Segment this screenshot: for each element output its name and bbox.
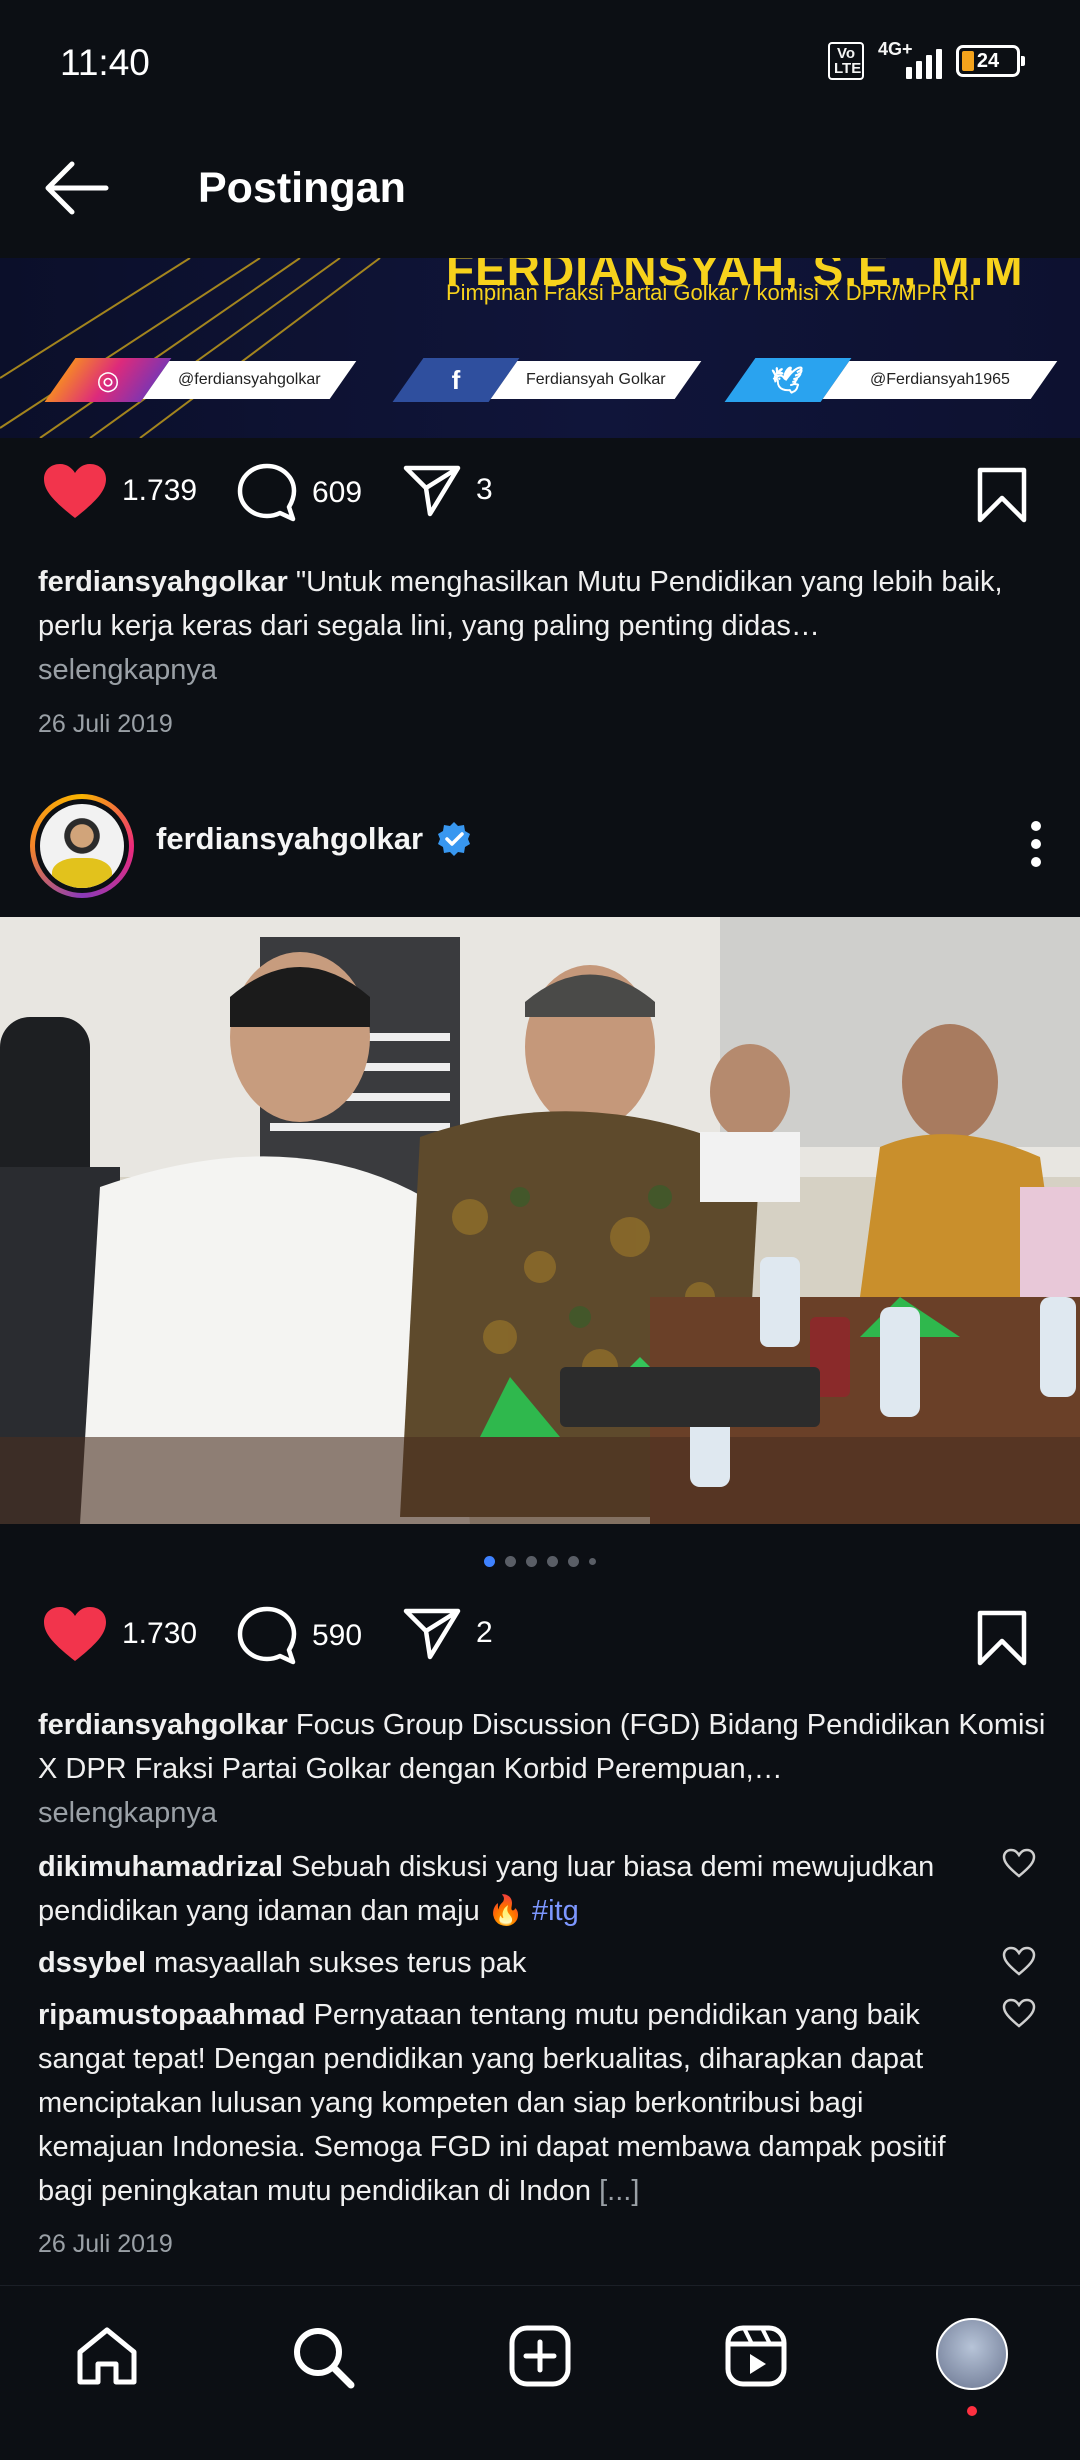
post1-share[interactable]: 3	[402, 462, 493, 518]
carousel-dot	[568, 1556, 579, 1567]
app-header: Postingan	[0, 130, 1080, 250]
carousel-dot	[589, 1558, 596, 1565]
comment-icon[interactable]	[236, 1605, 298, 1667]
caption-username[interactable]: ferdiansyahgolkar	[38, 566, 288, 598]
back-arrow-icon[interactable]	[40, 158, 112, 218]
comment-text: masyaallah sukses terus pak	[154, 1947, 527, 1979]
signal-icon: 4G+	[878, 39, 942, 79]
share-icon[interactable]	[402, 462, 462, 518]
comment-more[interactable]: [...]	[599, 2175, 639, 2207]
comment-like-icon[interactable]	[1002, 1998, 1036, 2028]
post2-comment[interactable]: 590	[236, 1605, 362, 1667]
banner-instagram: ◎ @ferdiansyahgolkar	[44, 358, 356, 402]
post1-actions: 1.739 609 3	[0, 462, 1080, 542]
avatar[interactable]	[30, 794, 134, 898]
comment-like-icon[interactable]	[1002, 1946, 1036, 1976]
banner-twitter: 🕊 @Ferdiansyah1965	[724, 358, 1058, 402]
post2-like[interactable]: 1.730	[42, 1605, 197, 1663]
bottom-navigation	[0, 2285, 1080, 2460]
comment-item: ripamustopaahmad Pernyataan tentang mutu…	[38, 1993, 988, 2213]
comment-username[interactable]: ripamustopaahmad	[38, 1999, 306, 2031]
share-count: 2	[476, 1616, 493, 1649]
reels-icon[interactable]	[724, 2324, 788, 2388]
heart-filled-icon[interactable]	[42, 462, 108, 520]
post2-caption: ferdiansyahgolkar Focus Group Discussion…	[38, 1703, 1048, 1835]
comment-count: 590	[312, 1619, 363, 1652]
facebook-icon: f	[451, 364, 461, 395]
comment-icon[interactable]	[236, 462, 298, 524]
comment-like-icon[interactable]	[1002, 1848, 1036, 1878]
post-username[interactable]: ferdiansyahgolkar	[156, 820, 473, 858]
bookmark-icon[interactable]	[976, 1609, 1028, 1667]
post1-like[interactable]: 1.739	[42, 462, 197, 520]
bookmark-icon[interactable]	[976, 466, 1028, 524]
more-options-icon[interactable]	[1028, 818, 1044, 870]
twitter-icon: 🕊	[771, 364, 805, 395]
status-bar: 11:40 Vo LTE 4G+ 24	[0, 0, 1080, 130]
verified-badge-icon	[438, 822, 471, 856]
carousel-indicator	[0, 1556, 1080, 1567]
more-link[interactable]: selengkapnya	[38, 654, 217, 686]
like-count: 1.739	[122, 474, 198, 507]
share-count: 3	[476, 473, 493, 506]
heart-filled-icon[interactable]	[42, 1605, 108, 1663]
instagram-icon: ◎	[96, 364, 120, 395]
network-type: 4G+	[878, 39, 913, 59]
battery-percent: 24	[976, 49, 1000, 72]
profile-avatar[interactable]	[936, 2318, 1008, 2390]
post1-date: 26 Juli 2019	[38, 710, 173, 738]
comment-username[interactable]: dikimuhamadrizal	[38, 1851, 283, 1883]
notification-dot	[967, 2406, 977, 2416]
volte-icon: Vo LTE	[828, 42, 864, 80]
post2-share[interactable]: 2	[402, 1605, 493, 1661]
comment-item: dssybel masyaallah sukses terus pak	[38, 1941, 988, 1985]
banner-subtitle: Pimpinan Fraksi Partai Golkar / komisi X…	[446, 280, 976, 305]
banner-facebook: f Ferdiansyah Golkar	[392, 358, 701, 402]
comment-username[interactable]: dssybel	[38, 1947, 146, 1979]
previous-post-image[interactable]: FERDIANSYAH, S.E., M.M Pimpinan Fraksi P…	[0, 258, 1080, 438]
post2-date: 26 Juli 2019	[38, 2230, 173, 2258]
post2-header: ferdiansyahgolkar	[0, 790, 1080, 900]
carousel-dot	[547, 1556, 558, 1567]
comment-hashtag[interactable]: #itg	[532, 1895, 579, 1927]
comment-item: dikimuhamadrizal Sebuah diskusi yang lua…	[38, 1845, 988, 1933]
more-link[interactable]: selengkapnya	[38, 1797, 217, 1829]
page-title: Postingan	[198, 164, 406, 212]
post-image[interactable]	[0, 917, 1080, 1524]
post1-caption: ferdiansyahgolkar "Untuk menghasilkan Mu…	[38, 560, 1048, 692]
comment-count: 609	[312, 476, 363, 509]
share-icon[interactable]	[402, 1605, 462, 1661]
battery-icon: 24	[956, 45, 1025, 77]
status-icons: Vo LTE 4G+ 24	[828, 39, 1025, 80]
status-time: 11:40	[60, 42, 150, 83]
create-icon[interactable]	[508, 2324, 572, 2388]
like-count: 1.730	[122, 1617, 198, 1650]
search-icon[interactable]	[290, 2324, 356, 2390]
caption-username[interactable]: ferdiansyahgolkar	[38, 1709, 288, 1741]
carousel-dot	[526, 1556, 537, 1567]
post1-comment[interactable]: 609	[236, 462, 362, 524]
home-icon[interactable]	[74, 2324, 140, 2388]
carousel-dot	[484, 1556, 495, 1567]
post2-actions: 1.730 590 2	[0, 1605, 1080, 1685]
banner-stripes	[0, 258, 381, 438]
carousel-dot	[505, 1556, 516, 1567]
